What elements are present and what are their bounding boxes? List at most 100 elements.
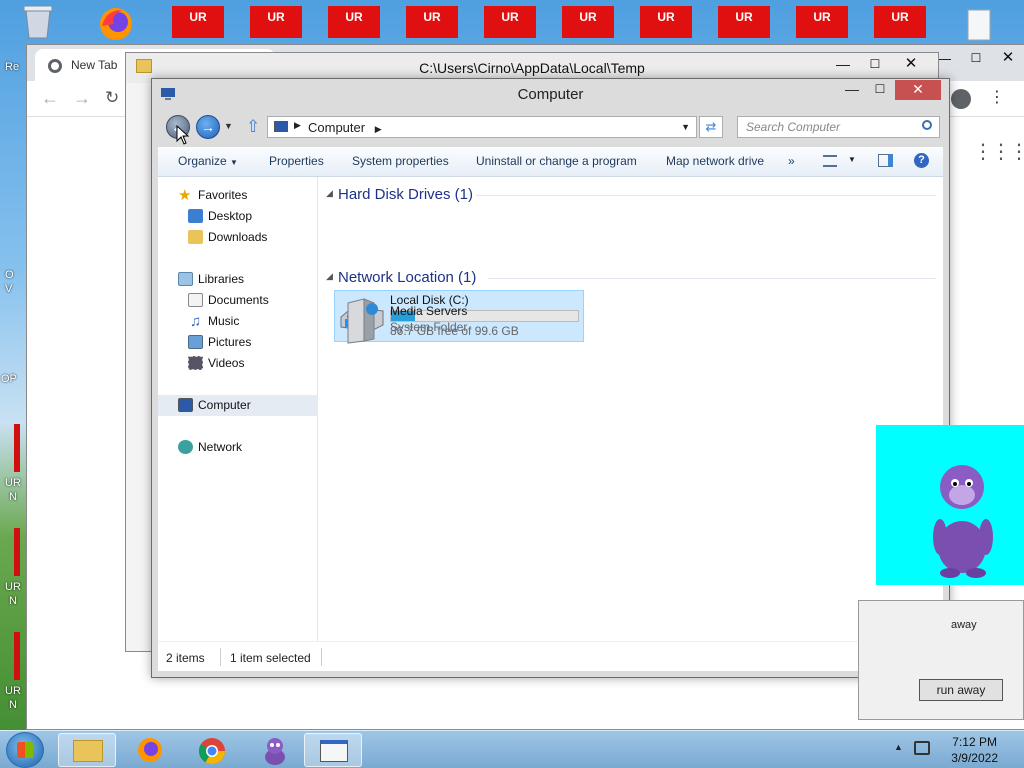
ur-popup-5[interactable]: UR: [484, 6, 536, 38]
group-divider: [488, 278, 936, 279]
search-input[interactable]: Search Computer: [737, 116, 940, 138]
chrome-back-icon[interactable]: ←: [41, 88, 59, 109]
nav-documents[interactable]: Documents: [158, 290, 318, 311]
address-dropdown-icon[interactable]: ▼: [681, 122, 690, 132]
run-away-button[interactable]: run away: [919, 679, 1003, 701]
group-collapse-icon[interactable]: ◢: [326, 271, 333, 282]
ur-popup-1[interactable]: UR: [172, 6, 224, 38]
pictures-icon: [188, 335, 203, 349]
chrome-forward-icon[interactable]: →: [73, 88, 91, 109]
forward-button[interactable]: →: [196, 115, 220, 139]
videos-icon: [188, 356, 203, 370]
media-servers-item[interactable]: Media Servers System Folder: [334, 295, 534, 347]
taskbar-window-button[interactable]: [304, 733, 362, 767]
apps-grid-icon[interactable]: ⋮⋮⋮: [973, 139, 1024, 164]
desktop-red-marker: [14, 632, 20, 680]
temp-close-button[interactable]: ✕: [894, 51, 928, 77]
status-item-count: 2 items: [166, 651, 205, 665]
properties-button[interactable]: Properties: [269, 154, 324, 168]
help-icon[interactable]: ?: [914, 153, 929, 168]
desktop-icon: [188, 209, 203, 223]
change-view-icon[interactable]: [823, 155, 837, 167]
nav-libraries[interactable]: Libraries: [158, 269, 318, 290]
recent-locations-chevron-icon[interactable]: ▼: [224, 121, 233, 131]
system-properties-button[interactable]: System properties: [352, 154, 449, 168]
profile-icon[interactable]: [951, 89, 971, 109]
view-dropdown-icon[interactable]: ▼: [848, 155, 856, 164]
status-selected-count: 1 item selected: [230, 651, 311, 665]
desktop-label: Re: [5, 61, 20, 73]
nav-pictures[interactable]: Pictures: [158, 332, 318, 353]
desktop-label: UR: [5, 581, 21, 593]
temp-maximize-button[interactable]: ☐: [858, 51, 892, 77]
status-divider: [321, 648, 322, 666]
desktop-label: N: [9, 595, 17, 607]
group-hard-disk-drives[interactable]: Hard Disk Drives (1): [338, 186, 473, 203]
ur-popup-6[interactable]: UR: [562, 6, 614, 38]
address-bar[interactable]: ▶ Computer ▶ ▼: [267, 116, 697, 138]
computer-explorer-window[interactable]: Computer — ☐ ✕ ← → ▼ ⇧ ▶ Computer ▶ ▼ ⇄ …: [151, 78, 950, 678]
group-network-location[interactable]: Network Location (1): [338, 269, 476, 286]
clock-time: 7:12 PM: [952, 735, 997, 749]
address-computer-icon: [274, 121, 288, 132]
folder-icon: [73, 740, 103, 762]
up-arrow-icon[interactable]: ⇧: [246, 117, 260, 137]
chrome-close-button[interactable]: ✕: [991, 45, 1024, 71]
nav-favorites-label: Favorites: [198, 188, 248, 202]
nav-documents-label: Documents: [208, 293, 269, 307]
bonzi-icon: [265, 738, 285, 765]
nav-network[interactable]: Network: [158, 437, 318, 458]
nav-videos[interactable]: Videos: [158, 353, 318, 374]
run-away-dialog: away run away: [858, 600, 1024, 720]
ur-popup-3[interactable]: UR: [328, 6, 380, 38]
blank-document-icon[interactable]: [960, 8, 1000, 48]
group-divider: [476, 195, 936, 196]
ur-popup-8[interactable]: UR: [718, 6, 770, 38]
ur-popup-4[interactable]: UR: [406, 6, 458, 38]
nav-desktop[interactable]: Desktop: [158, 206, 318, 227]
chrome-icon: [198, 738, 226, 765]
nav-favorites[interactable]: ★ Favorites: [158, 185, 318, 206]
tray-show-hidden-icon[interactable]: ▲: [894, 742, 903, 752]
nav-computer[interactable]: Computer: [158, 395, 318, 416]
taskbar-bonzi-button[interactable]: [246, 733, 304, 767]
chrome-menu-icon[interactable]: ⋮: [989, 87, 1005, 107]
group-collapse-icon[interactable]: ◢: [326, 188, 333, 199]
taskbar-chrome-button[interactable]: [184, 733, 242, 767]
explorer-content: ★ Favorites Desktop Downloads Libraries …: [158, 177, 943, 641]
ur-popup-7[interactable]: UR: [640, 6, 692, 38]
command-bar: Organize ▼ Properties System properties …: [158, 147, 943, 177]
chrome-reload-icon[interactable]: ↻: [105, 88, 119, 108]
map-network-drive-button[interactable]: Map network drive: [666, 154, 764, 168]
nav-music[interactable]: ♫ Music: [158, 311, 318, 332]
organize-button[interactable]: Organize ▼: [178, 154, 238, 168]
ur-popup-2[interactable]: UR: [250, 6, 302, 38]
more-commands-button[interactable]: »: [788, 154, 795, 168]
ur-popup-10[interactable]: UR: [874, 6, 926, 38]
nav-videos-label: Videos: [208, 356, 245, 370]
firefox-desktop-icon[interactable]: [96, 4, 136, 44]
explorer-maximize-button[interactable]: ☐: [867, 80, 893, 100]
taskbar-firefox-button[interactable]: [122, 733, 180, 767]
explorer-close-button[interactable]: ✕: [895, 80, 941, 100]
explorer-minimize-button[interactable]: —: [839, 80, 865, 100]
network-tray-icon[interactable]: [914, 741, 930, 755]
breadcrumb-separator-icon[interactable]: ▶: [294, 120, 301, 131]
nav-computer-label: Computer: [198, 398, 251, 412]
taskbar-explorer-button[interactable]: [58, 733, 116, 767]
bonzi-buddy-image[interactable]: [876, 425, 1024, 585]
ur-popup-9[interactable]: UR: [796, 6, 848, 38]
desktop-label: O: [5, 269, 14, 281]
temp-minimize-button[interactable]: —: [826, 51, 860, 77]
chrome-maximize-button[interactable]: ☐: [959, 45, 993, 71]
breadcrumb-chevron-icon[interactable]: ▶: [375, 124, 382, 134]
recycle-bin-icon[interactable]: [18, 4, 58, 40]
preview-pane-icon[interactable]: [878, 154, 893, 167]
refresh-button[interactable]: ⇄: [699, 116, 723, 138]
search-icon[interactable]: [922, 120, 932, 130]
breadcrumb-computer[interactable]: Computer: [308, 120, 365, 135]
system-clock[interactable]: 7:12 PM 3/9/2022: [951, 734, 998, 766]
nav-downloads[interactable]: Downloads: [158, 227, 318, 248]
uninstall-program-button[interactable]: Uninstall or change a program: [476, 154, 637, 168]
status-bar: 2 items 1 item selected: [158, 641, 943, 671]
